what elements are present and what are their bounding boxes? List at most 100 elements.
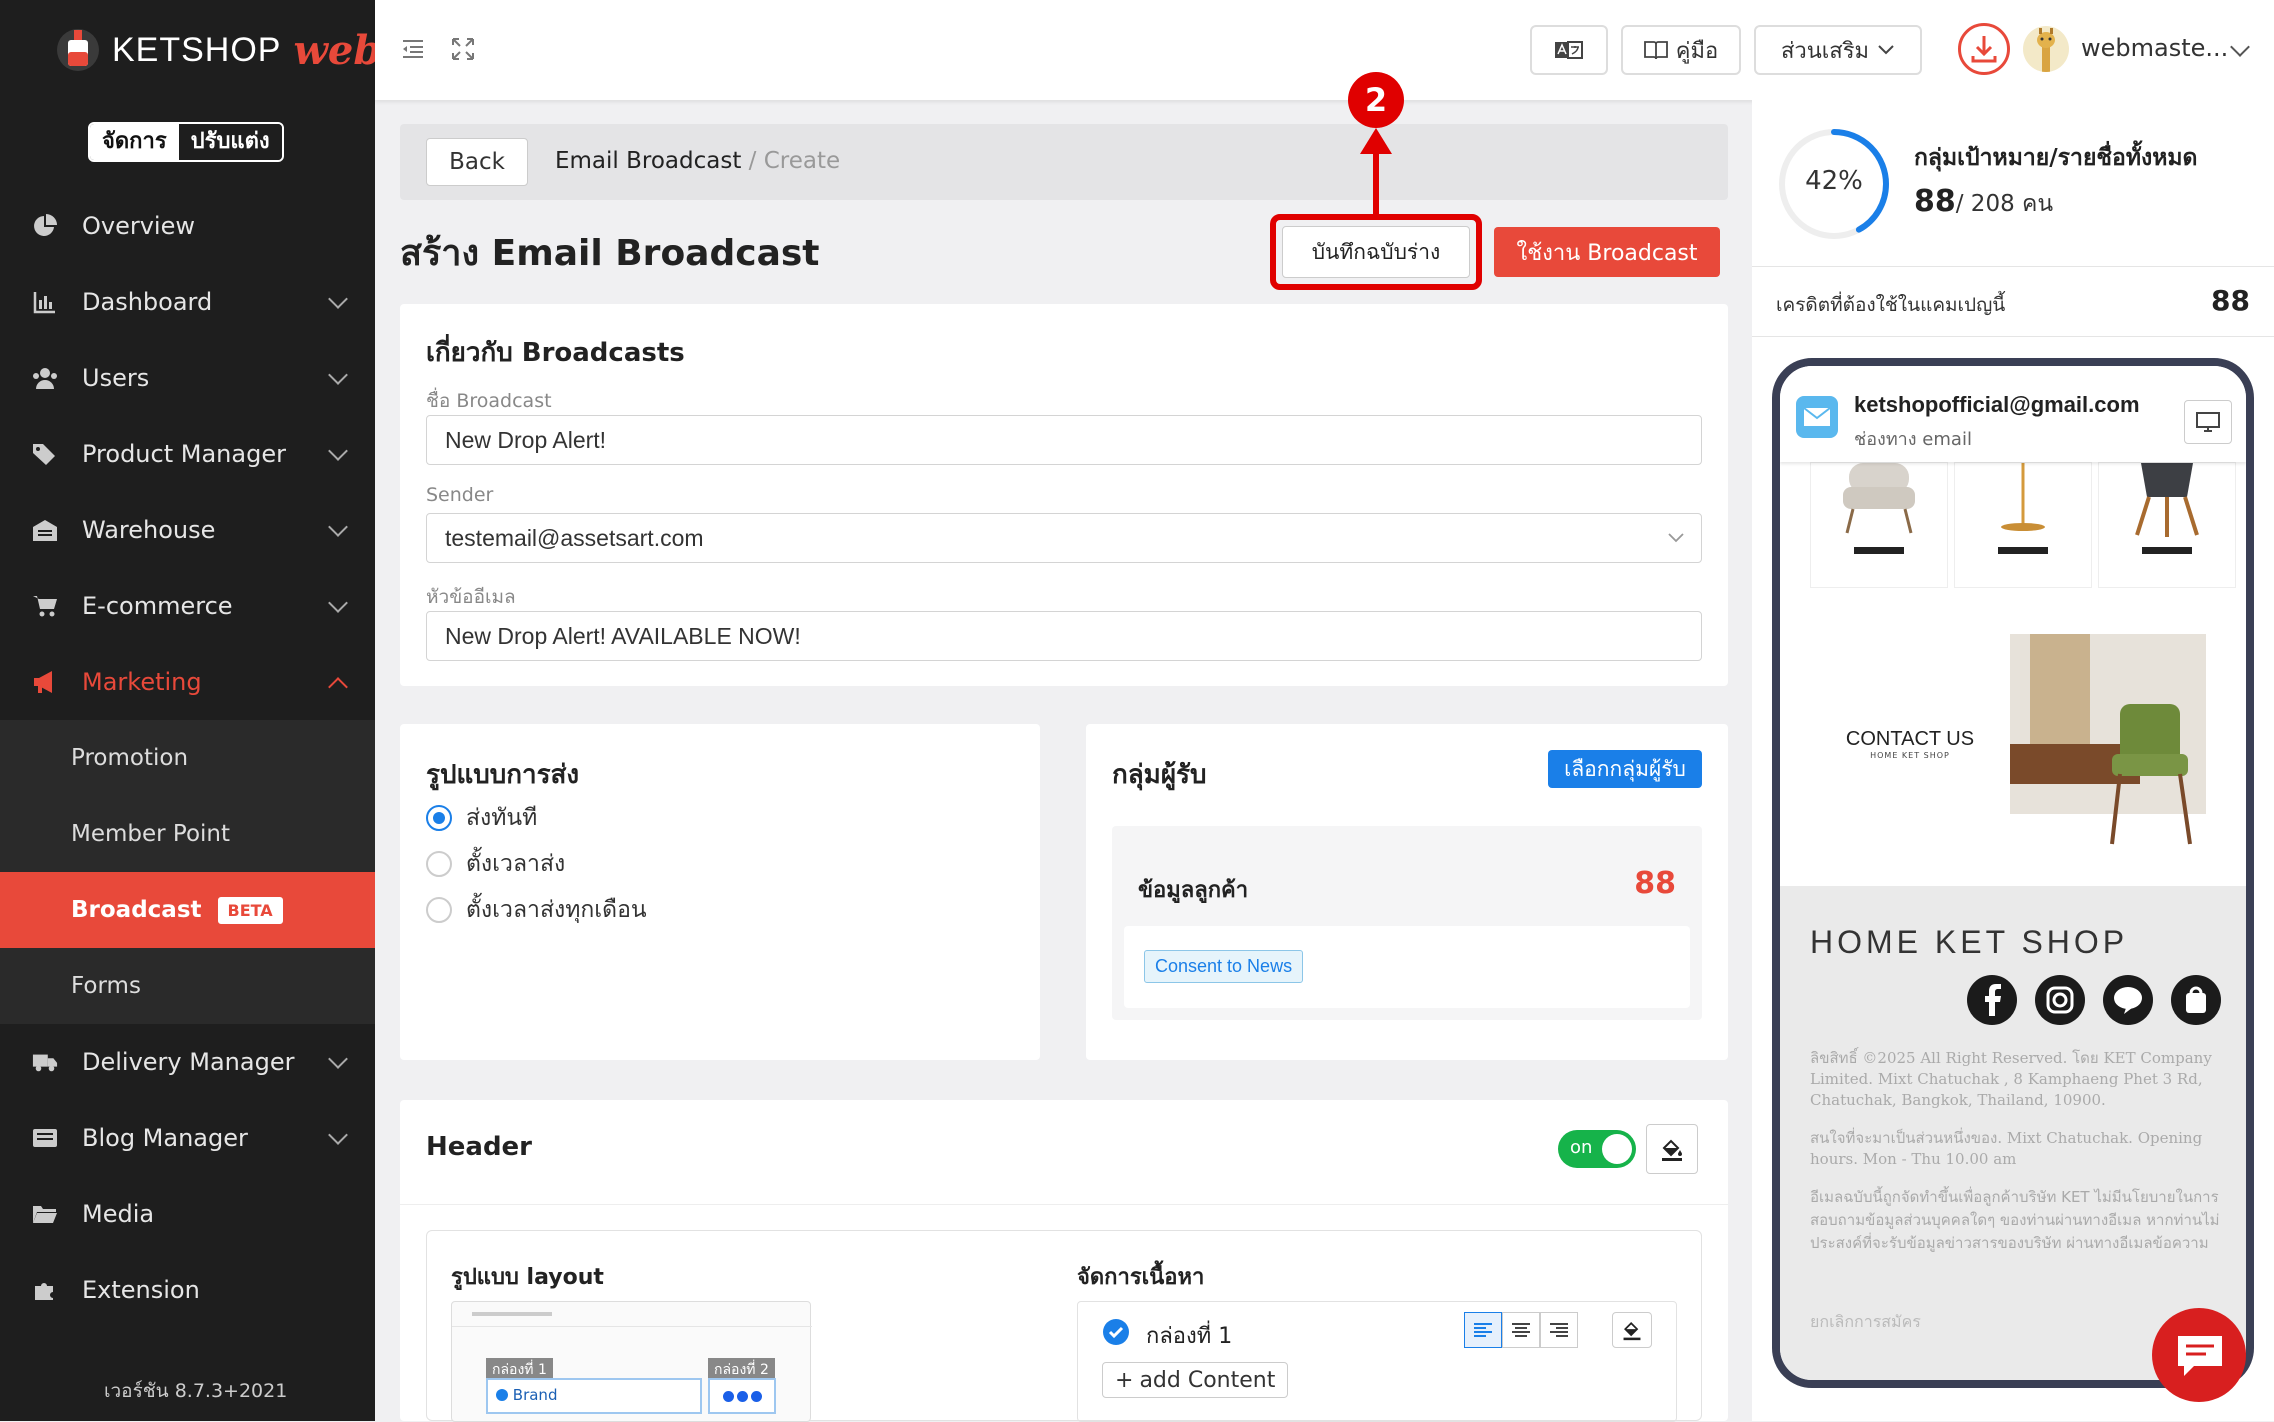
product-card[interactable] — [2098, 462, 2236, 588]
chevron-up-icon — [328, 677, 348, 697]
user-chevron-down-icon[interactable] — [2230, 37, 2250, 57]
translate-button[interactable] — [1530, 25, 1608, 75]
layout-preview[interactable]: กล่องที่ 1 กล่องที่ 2 Brand — [451, 1301, 812, 1422]
broadcast-name-input[interactable]: New Drop Alert! — [426, 415, 1702, 465]
megaphone-icon — [32, 669, 58, 695]
toggle-knob — [1602, 1134, 1632, 1164]
avatar[interactable] — [2023, 26, 2069, 72]
mode-customize[interactable]: ปรับแต่ง — [178, 124, 282, 160]
ketshop-logo[interactable]: KETSHOP web — [56, 24, 381, 76]
chevron-down-icon — [328, 441, 348, 461]
subject-input[interactable]: New Drop Alert! AVAILABLE NOW! — [426, 611, 1702, 661]
product-button — [2142, 547, 2192, 554]
select-recipients-button[interactable]: เลือกกลุ่มผู้รับ — [1548, 750, 1702, 788]
sidebar-item-ecommerce[interactable]: E-commerce — [0, 568, 375, 644]
translate-icon — [1555, 41, 1583, 59]
add-content-label: add Content — [1139, 1367, 1276, 1393]
sidebar-item-member-point[interactable]: Member Point — [0, 796, 375, 872]
facebook-icon[interactable] — [1966, 974, 2018, 1026]
target-title: กลุ่มเป้าหมาย/รายชื่อทั้งหมด — [1914, 145, 2198, 171]
preview-email: ketshopofficial@gmail.com — [1854, 392, 2140, 417]
breadcrumb-parent[interactable]: Email Broadcast — [555, 148, 741, 174]
box1-content[interactable]: Brand — [486, 1378, 702, 1414]
desktop-icon — [2196, 412, 2220, 432]
align-left-icon — [1474, 1323, 1492, 1337]
sidebar-item-overview[interactable]: Overview — [0, 188, 375, 264]
content-style-button[interactable] — [1612, 1312, 1652, 1348]
manual-button[interactable]: คู่มือ — [1621, 25, 1741, 75]
product-button — [1854, 547, 1904, 554]
beta-badge: BETA — [217, 896, 283, 924]
sidebar: KETSHOP web จัดการ ปรับแต่ง Overview Das… — [0, 0, 381, 1421]
fullscreen-icon[interactable] — [450, 36, 476, 62]
collapse-menu-icon[interactable] — [400, 36, 426, 62]
dark-chair-image — [2135, 463, 2199, 537]
sender-select[interactable]: testemail@assetsart.com — [426, 513, 1702, 563]
right-panel: 42% กลุ่มเป้าหมาย/รายชื่อทั้งหมด 88/ 208… — [1752, 100, 2274, 1421]
sidebar-item-label: Blog Manager — [82, 1124, 248, 1152]
radio-dot — [426, 805, 452, 831]
mode-toggle[interactable]: จัดการ ปรับแต่ง — [88, 122, 284, 162]
addons-dropdown[interactable]: ส่วนเสริม — [1754, 25, 1922, 75]
sidebar-item-media[interactable]: Media — [0, 1176, 375, 1252]
check-circle-icon[interactable] — [1102, 1318, 1130, 1346]
radio-schedule-monthly[interactable]: ตั้งเวลาส่งทุกเดือน — [426, 892, 647, 928]
toggle-label: on — [1570, 1137, 1593, 1158]
align-right-icon — [1550, 1323, 1568, 1337]
sidebar-item-warehouse[interactable]: Warehouse — [0, 492, 375, 568]
dot-icon — [736, 1390, 748, 1402]
sidebar-item-promotion[interactable]: Promotion — [0, 720, 375, 796]
product-card[interactable] — [1954, 462, 2092, 588]
radio-send-now[interactable]: ส่งทันที — [426, 800, 537, 836]
sidebar-item-marketing[interactable]: Marketing — [0, 644, 375, 720]
download-button[interactable] — [1958, 23, 2010, 75]
tag-container: Consent to News — [1124, 926, 1690, 1008]
sidebar-item-product-manager[interactable]: Product Manager — [0, 416, 375, 492]
desktop-view-button[interactable] — [2184, 400, 2232, 444]
divider — [1752, 266, 2274, 267]
header-toggle[interactable]: on — [1558, 1130, 1636, 1168]
manual-label: คู่มือ — [1675, 38, 1719, 64]
unsubscribe-link[interactable]: ยกเลิกการสมัคร — [1810, 1310, 1921, 1335]
marketing-submenu: Promotion Member Point Broadcast BETA For… — [0, 720, 375, 1024]
target-total: / 208 คน — [1955, 191, 2054, 217]
save-draft-button[interactable]: บันทึกฉบับร่าง — [1282, 226, 1470, 278]
shopping-bag-icon[interactable] — [2170, 974, 2222, 1026]
sidebar-item-forms[interactable]: Forms — [0, 948, 375, 1024]
footer-brand: HOME KET SHOP — [1810, 924, 2129, 960]
breadcrumb: Back Email Broadcast / Create — [400, 124, 1728, 200]
sidebar-item-broadcast[interactable]: Broadcast BETA — [0, 872, 375, 948]
sidebar-nav: Overview Dashboard Users Product Manager… — [0, 188, 375, 1328]
mode-manage[interactable]: จัดการ — [90, 124, 179, 160]
align-right-button[interactable] — [1540, 1312, 1578, 1348]
customer-count: 88 — [1634, 866, 1676, 901]
use-broadcast-button[interactable]: ใช้งาน Broadcast — [1494, 227, 1720, 277]
align-center-button[interactable] — [1502, 1312, 1540, 1348]
username[interactable]: webmaste... — [2081, 34, 2228, 62]
chevron-down-icon — [328, 1049, 348, 1069]
align-left-button[interactable] — [1464, 1312, 1502, 1348]
sidebar-item-label: Promotion — [71, 745, 189, 771]
radio-schedule[interactable]: ตั้งเวลาส่ง — [426, 846, 565, 882]
sidebar-item-extension[interactable]: Extension — [0, 1252, 375, 1328]
sidebar-item-delivery-manager[interactable]: Delivery Manager — [0, 1024, 375, 1100]
instagram-icon[interactable] — [2034, 974, 2086, 1026]
sidebar-item-dashboard[interactable]: Dashboard — [0, 264, 375, 340]
product-card[interactable] — [1810, 462, 1948, 588]
consent-tag[interactable]: Consent to News — [1144, 950, 1304, 983]
line-icon[interactable] — [2102, 974, 2154, 1026]
sidebar-item-users[interactable]: Users — [0, 340, 375, 416]
sidebar-item-blog-manager[interactable]: Blog Manager — [0, 1100, 375, 1176]
sidebar-item-label: Forms — [71, 973, 141, 999]
back-button[interactable]: Back — [426, 138, 528, 186]
recipients-card: กลุ่มผู้รับ เลือกกลุ่มผู้รับ ข้อมูลลูกค้… — [1086, 724, 1728, 1060]
box2-content[interactable] — [708, 1378, 776, 1414]
sidebar-item-label: Extension — [82, 1276, 200, 1304]
plus-icon: + — [1115, 1367, 1134, 1393]
header-style-button[interactable] — [1646, 1124, 1698, 1174]
sidebar-item-label: Users — [82, 364, 150, 392]
sidebar-item-label: Member Point — [71, 821, 231, 847]
logo-script: web — [293, 26, 382, 74]
add-content-button[interactable]: + add Content — [1102, 1362, 1289, 1398]
chat-button[interactable] — [2152, 1308, 2246, 1402]
